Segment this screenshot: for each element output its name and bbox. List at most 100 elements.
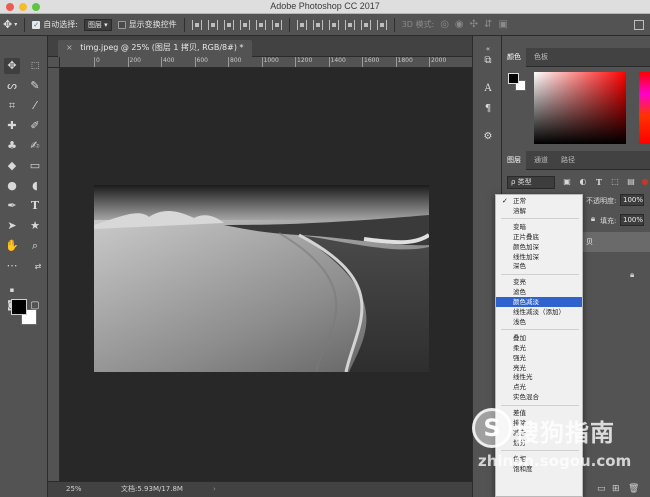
new-group-icon[interactable]: ▭ xyxy=(597,484,606,494)
blend-mode-option[interactable]: 浅色 xyxy=(496,317,582,327)
tab-color[interactable]: 颜色 xyxy=(502,48,526,67)
dodge-tool-icon[interactable]: ◖ xyxy=(27,178,43,194)
blend-mode-option[interactable]: 滤色 xyxy=(496,287,582,297)
type-tool-icon[interactable]: T xyxy=(27,198,43,214)
filter-pixel-icon[interactable]: ▣ xyxy=(562,177,572,187)
blend-mode-option[interactable]: 变暗 xyxy=(496,222,582,232)
eyedropper-tool-icon[interactable]: ⁄ xyxy=(27,98,43,114)
crop-tool-icon[interactable]: ⌗ xyxy=(4,98,20,114)
tab-swatches[interactable]: 色板 xyxy=(529,48,553,67)
character-panel-icon[interactable]: A xyxy=(481,82,495,96)
blend-mode-option[interactable]: 颜色减淡 xyxy=(496,297,582,308)
blend-mode-option[interactable]: 点光 xyxy=(496,382,582,392)
align-right-icon[interactable] xyxy=(271,19,282,30)
screen-mode-icon[interactable]: ▢ xyxy=(27,298,43,314)
3d-slide-icon[interactable]: ⇵ xyxy=(484,19,492,30)
healing-brush-tool-icon[interactable]: ✚ xyxy=(4,118,20,134)
filter-adjustment-icon[interactable]: ◐ xyxy=(578,177,588,187)
eraser-tool-icon[interactable]: ◆ xyxy=(4,158,20,174)
color-hue-slider[interactable] xyxy=(639,72,650,144)
tab-channels[interactable]: 通道 xyxy=(529,151,553,170)
clone-stamp-tool-icon[interactable]: ♣ xyxy=(4,138,20,154)
more-tools-icon[interactable]: ⋯ xyxy=(4,258,20,274)
blend-mode-option[interactable]: 深色 xyxy=(496,261,582,271)
distribute-center-icon[interactable] xyxy=(312,19,323,30)
distribute-bottom-icon[interactable] xyxy=(328,19,339,30)
blend-mode-option[interactable]: 叠加 xyxy=(496,333,582,343)
custom-shape-tool-icon[interactable]: ★ xyxy=(27,218,43,234)
document-image[interactable] xyxy=(94,185,429,372)
fill-input[interactable]: 100% xyxy=(620,214,644,226)
properties-panel-icon[interactable]: ⚙ xyxy=(481,130,495,144)
layer-filter-select[interactable]: ρ 类型 xyxy=(507,176,555,189)
move-tool-preset[interactable]: ✥ ▾ xyxy=(0,14,20,36)
color-panel-foreground-swatch[interactable] xyxy=(508,73,519,84)
filter-shape-icon[interactable]: ⬚ xyxy=(610,177,620,187)
align-horizontal-center-icon[interactable] xyxy=(255,19,266,30)
workspace-icon[interactable] xyxy=(634,19,644,30)
lock-icon[interactable]: 🔒︎ xyxy=(588,214,598,224)
blend-mode-option[interactable]: 线性减淡（添加） xyxy=(496,307,582,317)
canvas-area[interactable] xyxy=(60,68,472,481)
tab-paths[interactable]: 路径 xyxy=(556,151,580,170)
distribute-left-icon[interactable] xyxy=(344,19,355,30)
blend-mode-option[interactable]: 变亮 xyxy=(496,277,582,287)
marquee-tool-icon[interactable]: ⬚ xyxy=(27,58,43,74)
hand-tool-icon[interactable]: ✋ xyxy=(4,238,20,254)
document-tab[interactable]: × timg.jpeg @ 25% (图层 1 拷贝, RGB/8#) * xyxy=(58,40,252,57)
paragraph-panel-icon[interactable]: ¶ xyxy=(481,102,495,116)
path-select-tool-icon[interactable]: ➤ xyxy=(4,218,20,234)
lasso-tool-icon[interactable]: ᔕ xyxy=(4,78,20,94)
auto-select-checkbox[interactable]: ✓ 自动选择: xyxy=(29,14,81,36)
ruler-origin[interactable] xyxy=(48,57,60,68)
quick-select-tool-icon[interactable]: ✎ xyxy=(27,78,43,94)
show-transform-checkbox[interactable]: 显示变换控件 xyxy=(115,14,180,36)
tab-layers[interactable]: 图层 xyxy=(502,151,526,170)
zoom-tool-icon[interactable]: ⌕ xyxy=(27,238,43,254)
align-bottom-icon[interactable] xyxy=(223,19,234,30)
distribute-top-icon[interactable] xyxy=(296,19,307,30)
auto-select-target-select[interactable]: 图层 ▾ xyxy=(83,18,112,31)
swap-colors-icon[interactable]: ⇄ xyxy=(30,259,46,275)
new-layer-icon[interactable]: ⊞ xyxy=(612,484,620,494)
color-saturation-field[interactable] xyxy=(534,72,626,144)
align-vertical-center-icon[interactable] xyxy=(207,19,218,30)
3d-pan-icon[interactable]: ✣ xyxy=(470,19,478,30)
vertical-ruler[interactable] xyxy=(48,57,60,481)
close-icon[interactable]: × xyxy=(66,43,73,52)
gradient-tool-icon[interactable]: ▭ xyxy=(27,158,43,174)
blend-mode-option[interactable]: 正片叠底 xyxy=(496,232,582,242)
zoom-level[interactable]: 25% xyxy=(66,482,82,497)
blend-mode-option[interactable]: ✓ 正常 xyxy=(496,196,582,206)
filter-type-icon[interactable]: T xyxy=(594,177,604,187)
blend-mode-option[interactable]: 亮光 xyxy=(496,363,582,373)
blend-mode-option[interactable]: 溶解 xyxy=(496,206,582,216)
horizontal-ruler[interactable]: 0 200 400 600 800 1000 1200 1400 1600 1800 2000 xyxy=(60,57,472,68)
default-colors-icon[interactable]: ▪ xyxy=(4,282,20,298)
pen-tool-icon[interactable]: ✒ xyxy=(4,198,20,214)
foreground-color-swatch[interactable] xyxy=(11,299,27,315)
history-brush-tool-icon[interactable]: ✍ xyxy=(27,138,43,154)
blend-mode-option[interactable]: 实色混合 xyxy=(496,392,582,402)
filter-smart-object-icon[interactable]: ▤ xyxy=(626,177,636,187)
blur-tool-icon[interactable]: ● xyxy=(4,178,20,194)
distribute-hcenter-icon[interactable] xyxy=(360,19,371,30)
chevron-right-icon[interactable]: › xyxy=(213,482,216,497)
distribute-right-icon[interactable] xyxy=(376,19,387,30)
3d-scale-icon[interactable]: ▣ xyxy=(498,19,507,30)
document-info[interactable]: 文档:5.93M/17.8M xyxy=(121,482,183,497)
blend-mode-option[interactable]: 线性光 xyxy=(496,372,582,382)
3d-orbit-icon[interactable]: ◎ xyxy=(440,19,449,30)
delete-layer-icon[interactable]: 🗑︎ xyxy=(628,484,639,494)
align-left-icon[interactable] xyxy=(239,19,250,30)
3d-roll-icon[interactable]: ◉ xyxy=(455,19,464,30)
blend-mode-option[interactable]: 强光 xyxy=(496,353,582,363)
blend-mode-option[interactable]: 颜色加深 xyxy=(496,242,582,252)
blend-mode-option[interactable]: 线性加深 xyxy=(496,252,582,262)
opacity-input[interactable]: 100% xyxy=(620,194,644,206)
filter-toggle-icon[interactable]: ● xyxy=(640,177,650,187)
move-tool-icon[interactable]: ✥ xyxy=(4,58,20,74)
brush-tool-icon[interactable]: ✐ xyxy=(27,118,43,134)
blend-mode-option[interactable]: 柔光 xyxy=(496,343,582,353)
history-panel-icon[interactable]: ⧉ xyxy=(481,54,495,68)
